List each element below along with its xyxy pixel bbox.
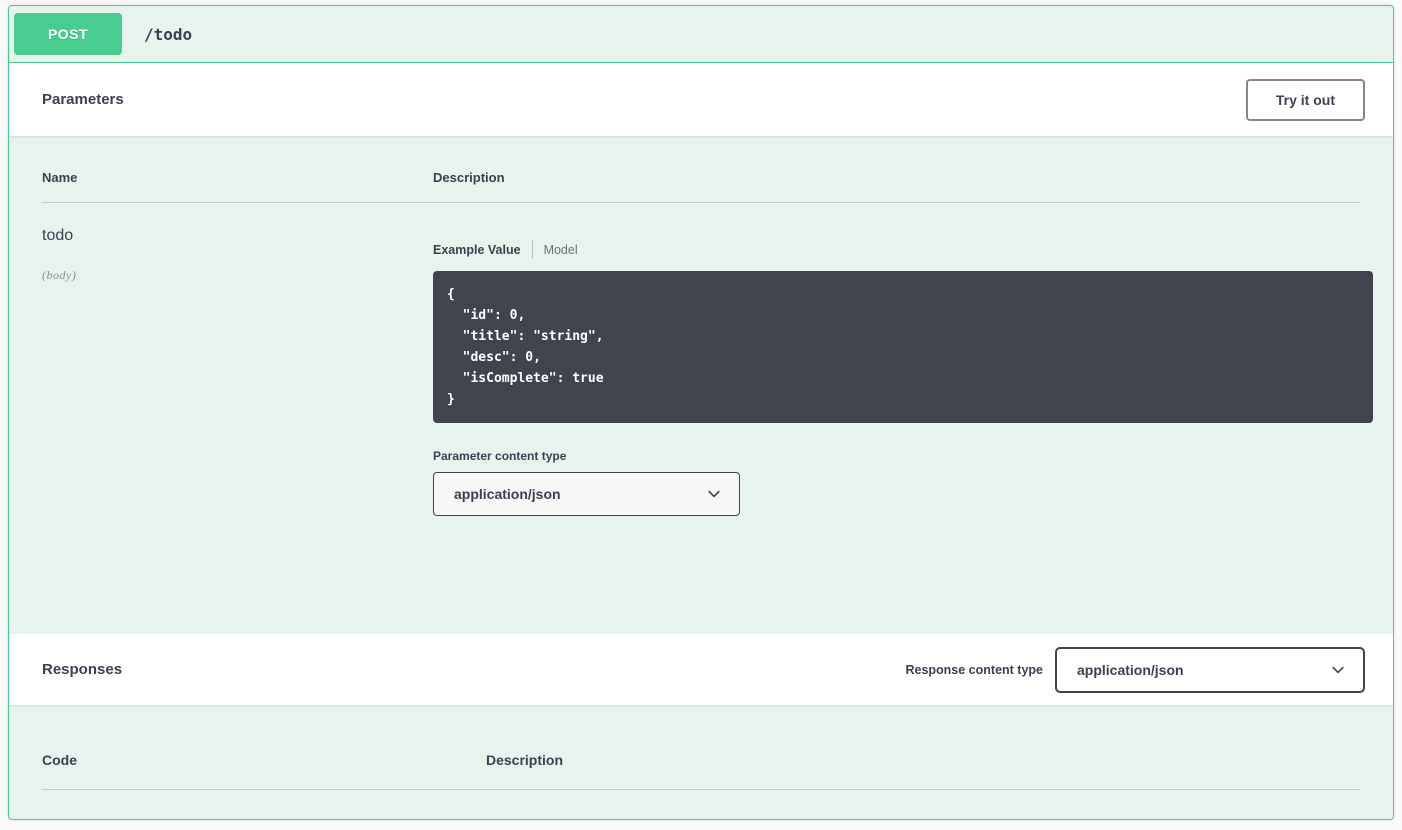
try-it-out-button[interactable]: Try it out (1246, 79, 1365, 121)
parameter-content-type-value: application/json (454, 486, 561, 502)
parameter-description-cell: Example Value Model { "id": 0, "title": … (433, 227, 1373, 516)
name-column-header: Name (42, 170, 433, 185)
responses-controls: Response content type application/json (905, 647, 1365, 693)
responses-title: Responses (42, 661, 122, 678)
operation-path: /todo (144, 25, 192, 44)
parameter-name: todo (42, 227, 433, 245)
chevron-down-icon (706, 486, 722, 502)
chevron-down-icon (1330, 662, 1346, 678)
description-column-header: Description (433, 170, 1360, 185)
tab-divider (532, 240, 533, 259)
parameters-title: Parameters (42, 91, 124, 108)
response-content-type-select[interactable]: application/json (1055, 647, 1365, 693)
parameter-content-type-select[interactable]: application/json (433, 472, 740, 516)
example-json-text: { "id": 0, "title": "string", "desc": 0,… (447, 284, 1359, 410)
http-method-badge: POST (14, 13, 122, 55)
responses-section-header: Responses Response content type applicat… (9, 634, 1393, 705)
parameters-body: Name Description todo (body) Example Val… (9, 136, 1393, 634)
parameter-row-todo: todo (body) Example Value Model { "id": … (42, 203, 1360, 516)
responses-description-column-header: Description (486, 752, 1360, 768)
parameter-name-cell: todo (body) (42, 227, 433, 516)
tab-model[interactable]: Model (544, 243, 578, 257)
tab-example-value[interactable]: Example Value (433, 243, 521, 257)
code-column-header: Code (42, 752, 486, 768)
response-content-type-label: Response content type (905, 663, 1043, 677)
operation-summary[interactable]: POST /todo (9, 6, 1393, 63)
parameter-location: (body) (42, 268, 433, 283)
parameters-table-header: Name Description (42, 136, 1360, 203)
model-example-tabs: Example Value Model (433, 240, 1373, 259)
operation-block-post-todo: POST /todo Parameters Try it out Name De… (8, 5, 1394, 820)
responses-body: Code Description (9, 705, 1393, 790)
parameter-content-type-label: Parameter content type (433, 449, 1373, 463)
responses-table-header: Code Description (42, 705, 1360, 790)
parameters-section-header: Parameters Try it out (9, 63, 1393, 136)
example-value-code-block: { "id": 0, "title": "string", "desc": 0,… (433, 271, 1373, 423)
response-content-type-value: application/json (1077, 662, 1184, 678)
